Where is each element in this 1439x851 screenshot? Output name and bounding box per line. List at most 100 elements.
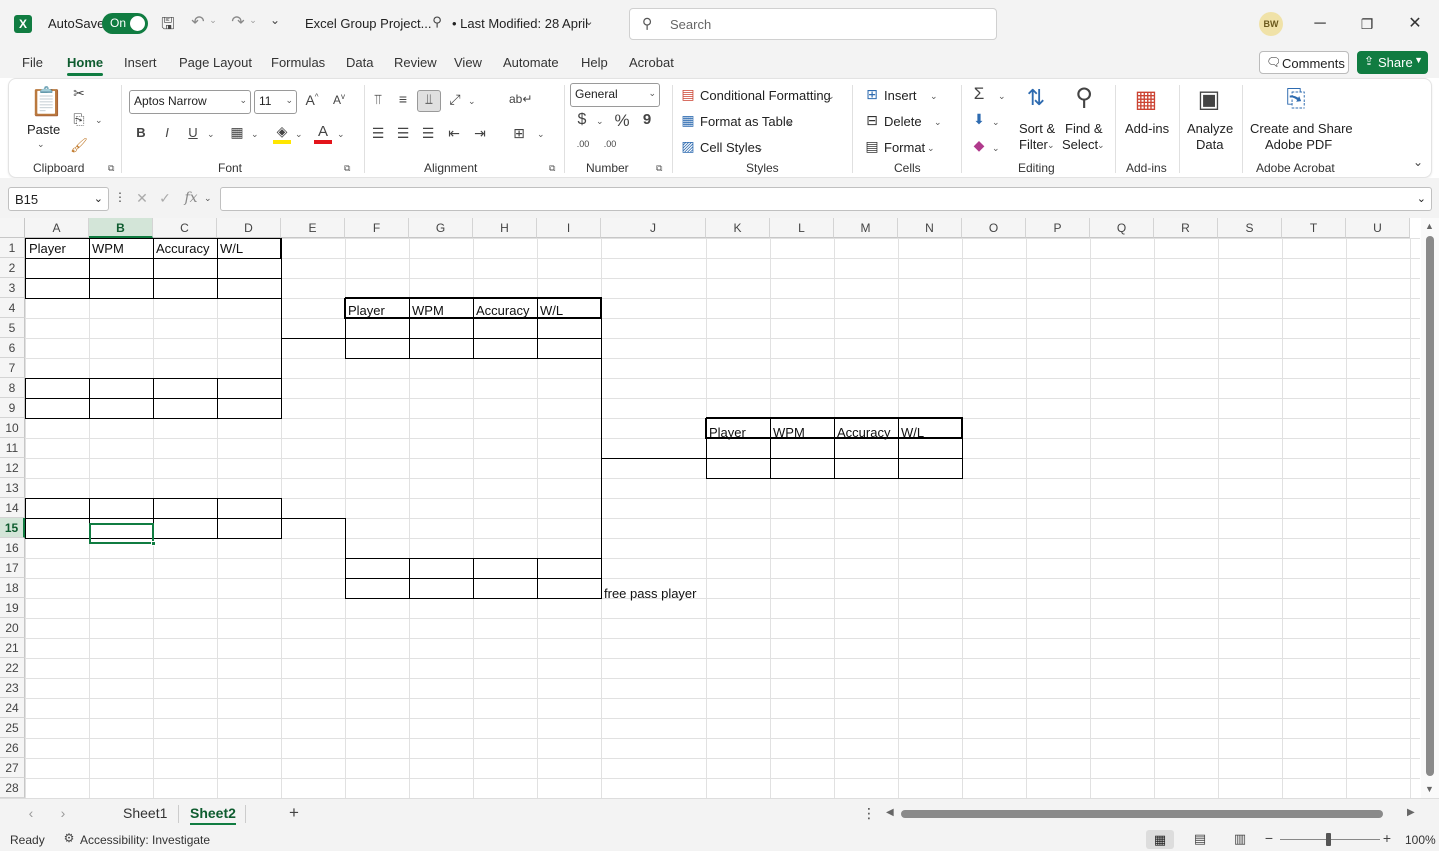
merge-dropdown-icon[interactable]: ⌄ [537,129,545,140]
confirm-entry-icon[interactable]: ✓ [157,190,173,207]
cell-styles-icon[interactable]: ▨ [680,138,696,155]
insert-cells-button[interactable]: Insert [884,88,917,103]
autosum-dropdown-icon[interactable]: ⌄ [998,91,1006,102]
fill-color-icon[interactable]: ◈ [273,123,291,144]
autosave-toggle[interactable]: On [102,13,148,34]
column-header-D[interactable]: D [217,218,281,238]
row-header-25[interactable]: 25 [0,718,25,738]
next-sheet-icon[interactable]: › [56,805,70,821]
collapse-ribbon-icon[interactable]: ⌄ [1411,155,1425,169]
cancel-entry-icon[interactable]: ✕ [134,190,150,207]
undo-icon[interactable]: ↶ [188,12,208,32]
vertical-scroll-thumb[interactable] [1426,236,1434,776]
column-header-I[interactable]: I [537,218,601,238]
align-bottom-icon[interactable]: ⫫ [417,90,441,112]
cell-I4[interactable]: W/L [540,301,563,321]
addins-icon[interactable]: ▦ [1131,85,1161,115]
paste-dropdown-icon[interactable]: ⌄ [37,139,45,150]
row-header-5[interactable]: 5 [0,318,25,338]
font-launcher-icon[interactable]: ⧉ [344,163,350,174]
row-header-12[interactable]: 12 [0,458,25,478]
copy-icon[interactable]: ⎘ [69,111,89,128]
undo-dropdown-icon[interactable]: ⌄ [208,15,218,26]
orientation-icon[interactable]: ⤢ [446,91,464,108]
function-dropdown-icon[interactable]: ⌄ [204,193,212,204]
cell-H4[interactable]: Accuracy [476,301,529,321]
row-header-4[interactable]: 4 [0,298,25,318]
tab-formulas[interactable]: Formulas [271,55,325,70]
align-center-icon[interactable]: ☰ [394,125,412,142]
sheet-tab-2[interactable]: Sheet2 [190,805,236,825]
font-color-icon[interactable]: A [314,123,332,144]
row-header-3[interactable]: 3 [0,278,25,298]
alignment-launcher-icon[interactable]: ⧉ [549,163,555,174]
format-as-table-button[interactable]: Format as Table [700,114,793,129]
sort-filter-line1[interactable]: Sort & [1019,121,1055,136]
conditional-formatting-icon[interactable]: ▤ [680,86,696,103]
number-format-combo[interactable]: General ⌄ [570,83,660,107]
insert-function-icon[interactable]: fx [182,190,200,206]
active-cell-B15[interactable] [89,523,154,544]
decrease-decimal-icon[interactable]: .00 [599,139,621,149]
fill-handle[interactable] [151,541,156,546]
redo-dropdown-icon[interactable]: ⌄ [248,15,258,26]
clear-icon[interactable]: ◆ [970,137,988,154]
column-header-E[interactable]: E [281,218,345,238]
cut-icon[interactable]: ✂ [69,85,89,102]
find-select-icon[interactable]: ⚲ [1069,83,1099,112]
row-header-14[interactable]: 14 [0,498,25,518]
find-select-line1[interactable]: Find & [1065,121,1103,136]
column-header-C[interactable]: C [153,218,217,238]
scroll-right-icon[interactable]: ▶ [1407,807,1415,818]
create-pdf-icon[interactable]: ⎘ [1281,85,1311,113]
format-cells-icon[interactable]: ▤ [864,138,880,155]
conditional-formatting-button[interactable]: Conditional Formatting [700,88,831,103]
cell-styles-button[interactable]: Cell Styles [700,140,761,155]
increase-decimal-icon[interactable]: .00 [572,139,594,149]
cell-N10[interactable]: W/L [901,423,924,443]
underline-icon[interactable]: U [185,125,201,140]
analyze-data-line2[interactable]: Data [1196,137,1223,152]
currency-dropdown-icon[interactable]: ⌄ [596,116,604,127]
row-header-13[interactable]: 13 [0,478,25,498]
copy-dropdown-icon[interactable]: ⌄ [95,115,103,126]
column-header-A[interactable]: A [25,218,89,238]
row-header-17[interactable]: 17 [0,558,25,578]
zoom-level[interactable]: 100% [1405,833,1436,847]
row-header-28[interactable]: 28 [0,778,25,798]
tab-review[interactable]: Review [394,55,437,70]
minimize-icon[interactable]: ─ [1305,10,1335,38]
format-painter-icon[interactable]: 🖌 [69,137,89,154]
tab-page-layout[interactable]: Page Layout [179,55,252,70]
comma-style-icon[interactable]: 9 [641,111,653,128]
scroll-left-icon[interactable]: ◀ [886,807,894,818]
chevron-down-icon[interactable]: ⌄ [583,15,595,28]
column-header-U[interactable]: U [1346,218,1410,238]
format-dropdown-icon[interactable]: ⌄ [927,143,935,154]
row-header-1[interactable]: 1 [0,238,25,258]
font-size-combo[interactable]: 11 ⌄ [254,90,297,114]
cell-C1[interactable]: Accuracy [156,239,209,259]
expand-formula-icon[interactable]: ⌄ [1417,192,1426,205]
delete-cells-icon[interactable]: ⊟ [864,112,880,129]
row-header-16[interactable]: 16 [0,538,25,558]
row-header-20[interactable]: 20 [0,618,25,638]
increase-font-icon[interactable]: A^ [302,92,322,108]
align-top-icon[interactable]: ⫪ [369,91,387,108]
format-table-icon[interactable]: ▦ [680,112,696,129]
create-share-pdf-line2[interactable]: Adobe PDF [1265,137,1332,152]
zoom-out-icon[interactable]: − [1263,830,1275,846]
avatar[interactable]: BW [1259,12,1283,36]
row-header-24[interactable]: 24 [0,698,25,718]
page-layout-view-icon[interactable]: ▤ [1192,831,1208,847]
borders-icon[interactable]: ▦ [228,124,246,141]
tab-acrobat[interactable]: Acrobat [629,55,674,70]
cell-K10[interactable]: Player [709,423,746,443]
fill-icon[interactable]: ⬇ [970,111,988,128]
clear-dropdown-icon[interactable]: ⌄ [992,143,1000,154]
delete-dropdown-icon[interactable]: ⌄ [934,117,942,128]
row-header-7[interactable]: 7 [0,358,25,378]
find-select-line2[interactable]: Select [1062,137,1098,152]
insert-cells-icon[interactable]: ⊞ [864,86,880,103]
file-name[interactable]: Excel Group Project... [305,16,431,31]
